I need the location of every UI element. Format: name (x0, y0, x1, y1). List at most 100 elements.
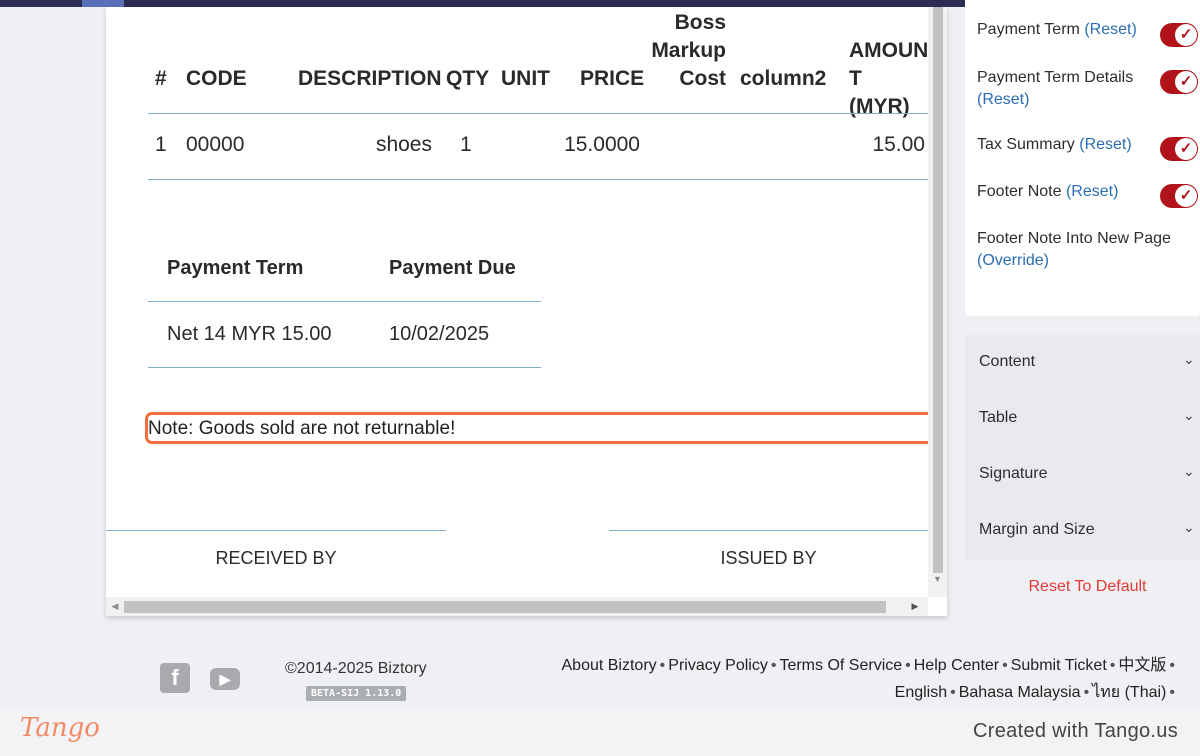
youtube-icon[interactable]: ▶ (210, 668, 240, 690)
footer-separator: • (905, 657, 911, 674)
setting-payment-term-details: Payment Term Details (Reset) (977, 67, 1157, 111)
col-header-boss-line1: Boss (674, 11, 726, 34)
col-header-unit: UNIT (501, 67, 550, 90)
footer-link-malay[interactable]: Bahasa Malaysia (959, 684, 1081, 701)
settings-card: Payment Term (Reset) ✓ Payment Term Deta… (965, 0, 1200, 316)
col-header-price: PRICE (580, 67, 645, 90)
scroll-right-arrow-icon[interactable]: ▶ (909, 600, 921, 613)
footer-separator: • (1169, 657, 1175, 674)
footer-links-row-1: About Biztory • Privacy Policy • Terms Of Se… (562, 651, 1179, 675)
footer-separator: • (1002, 657, 1008, 674)
accordion-label: Table (979, 409, 1018, 426)
payment-due-value: 10/02/2025 (389, 323, 490, 345)
chevron-down-icon: ⌄ (1183, 463, 1195, 479)
col-header-amount-line1: AMOUN (849, 39, 928, 62)
scroll-down-arrow-icon[interactable]: ▼ (932, 573, 943, 585)
payment-row-rule (148, 367, 541, 368)
row-num: 1 (155, 133, 167, 156)
check-icon: ✓ (1175, 185, 1197, 207)
reset-link[interactable]: (Reset) (977, 91, 1029, 108)
setting-label: Footer Note (977, 183, 1062, 200)
setting-payment-term: Payment Term (Reset) (977, 19, 1157, 41)
copyright-text: ©2014-2025 Biztory (285, 660, 427, 677)
setting-label: Payment Term Details (977, 69, 1134, 86)
tango-logo: Tango (20, 713, 100, 743)
accordion-content[interactable]: Content ⌄ (965, 335, 1200, 391)
facebook-icon[interactable]: f (160, 663, 190, 693)
chevron-down-icon: ⌄ (1183, 407, 1195, 423)
settings-accordion: Content ⌄ Table ⌄ Signature ⌄ Margin and… (965, 335, 1200, 560)
tango-credit: Created with Tango.us (973, 720, 1178, 742)
footer-separator: • (1083, 684, 1090, 701)
reset-to-default-button[interactable]: Reset To Default (965, 578, 1200, 596)
payment-term-header: Payment Term (167, 257, 304, 279)
footer-link-thai[interactable]: ไทย (Thai) (1092, 684, 1166, 701)
accordion-label: Margin and Size (979, 521, 1095, 538)
setting-label: Tax Summary (977, 136, 1075, 153)
footer-separator: • (950, 684, 956, 701)
footer-link-privacy[interactable]: Privacy Policy (668, 657, 768, 674)
issued-by-line (609, 530, 928, 531)
footer-link-chinese[interactable]: 中文版 (1118, 657, 1166, 674)
document-page: # CODE DESCRIPTION QTY UNIT PRICE Boss M… (106, 7, 928, 597)
vertical-scrollbar[interactable]: ▼ (928, 7, 947, 597)
setting-label: Footer Note Into New Page (977, 230, 1171, 247)
vertical-scroll-thumb[interactable] (933, 7, 943, 573)
footer-link-ticket[interactable]: Submit Ticket (1011, 657, 1107, 674)
accordion-table[interactable]: Table ⌄ (965, 391, 1200, 447)
accordion-margin-size[interactable]: Margin and Size ⌄ (965, 503, 1200, 559)
setting-footer-note: Footer Note (Reset) (977, 181, 1157, 203)
version-badge: BETA-SIJ 1.13.0 (306, 686, 407, 701)
payment-due-header: Payment Due (389, 257, 516, 279)
chevron-down-icon: ⌄ (1183, 519, 1195, 535)
tax-summary-toggle[interactable]: ✓ (1160, 137, 1198, 161)
footer-link-about[interactable]: About Biztory (562, 657, 657, 674)
accordion-label: Content (979, 353, 1036, 370)
row-price: 15.0000 (564, 133, 640, 156)
check-icon: ✓ (1175, 24, 1197, 46)
row-qty: 1 (460, 133, 472, 156)
horizontal-scroll-thumb[interactable] (124, 601, 886, 613)
col-header-code: CODE (186, 67, 247, 90)
accordion-signature[interactable]: Signature ⌄ (965, 447, 1200, 503)
accordion-label: Signature (979, 465, 1048, 482)
footer-separator: • (659, 657, 666, 674)
col-header-column2: column2 (740, 67, 827, 90)
check-icon: ✓ (1175, 71, 1197, 93)
col-header-description: DESCRIPTION (298, 67, 442, 90)
footer-links-row-2: English • Bahasa Malaysia • ไทย (Thai) • (895, 680, 1178, 705)
footer-separator: • (1109, 657, 1116, 674)
payment-term-details-toggle[interactable]: ✓ (1160, 70, 1198, 94)
col-header-boss-line3: Cost (679, 67, 726, 90)
reset-link[interactable]: (Reset) (1079, 136, 1131, 153)
top-navbar-accent (82, 0, 124, 7)
table-header-rule (148, 113, 928, 114)
payment-term-toggle[interactable]: ✓ (1160, 23, 1198, 47)
scroll-left-arrow-icon[interactable]: ◀ (109, 600, 121, 613)
horizontal-scrollbar[interactable]: ◀ ▶ (106, 597, 928, 616)
footer-note-text: Note: Goods sold are not returnable! (148, 418, 456, 439)
chevron-down-icon: ⌄ (1183, 351, 1195, 367)
setting-label: Payment Term (977, 21, 1080, 38)
footer-link-terms[interactable]: Terms Of Service (779, 657, 902, 674)
row-amount: 15.00 (872, 133, 925, 156)
reset-link[interactable]: (Reset) (1084, 21, 1136, 38)
col-header-boss-line2: Markup (651, 39, 726, 62)
table-row-rule (148, 179, 928, 180)
col-header-qty: QTY (446, 67, 490, 90)
received-by-label: RECEIVED BY (215, 548, 337, 568)
override-link[interactable]: (Override) (977, 252, 1049, 269)
row-description: shoes (375, 133, 432, 156)
payment-term-value: Net 14 MYR 15.00 (167, 323, 332, 345)
footer-note-toggle[interactable]: ✓ (1160, 184, 1198, 208)
setting-tax-summary: Tax Summary (Reset) (977, 134, 1157, 156)
document-preview: # CODE DESCRIPTION QTY UNIT PRICE Boss M… (106, 7, 947, 616)
reset-link[interactable]: (Reset) (1066, 183, 1118, 200)
setting-footer-note-new-page: Footer Note Into New Page (Override) (977, 228, 1192, 272)
payment-header-rule (148, 301, 541, 302)
footer-link-help[interactable]: Help Center (914, 657, 999, 674)
col-header-num: # (155, 67, 167, 90)
check-icon: ✓ (1175, 138, 1197, 160)
footer-link-english[interactable]: English (895, 684, 947, 701)
footer-separator: • (1169, 684, 1175, 701)
